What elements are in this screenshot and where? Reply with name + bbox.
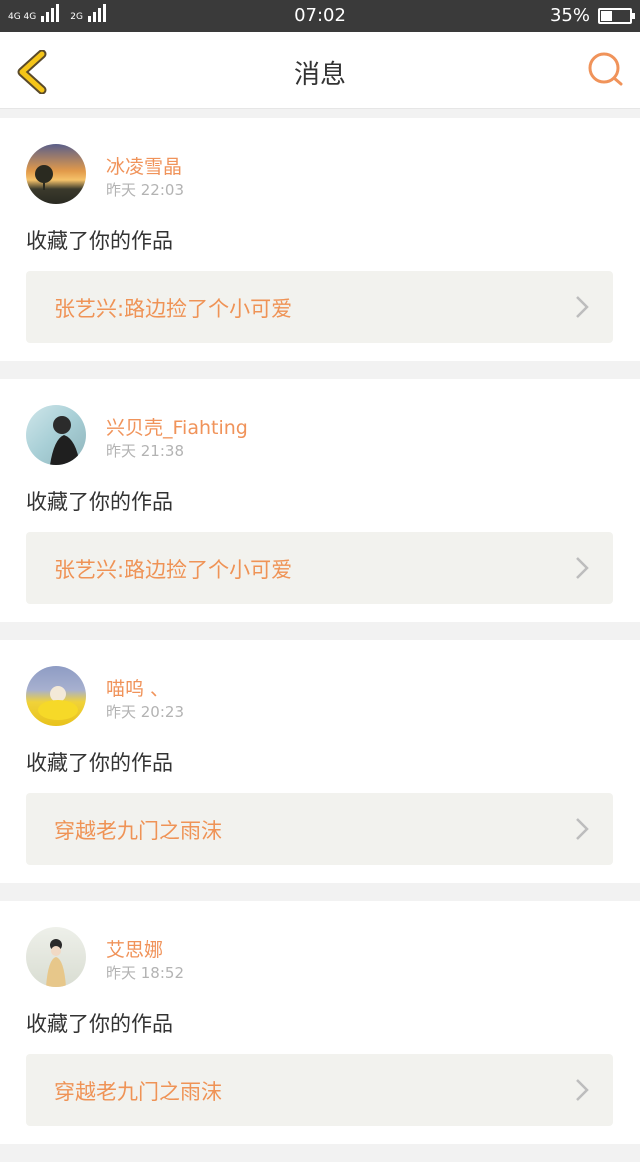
avatar[interactable] (26, 144, 86, 204)
notification-list: 冰凌雪晶 昨天 22:03 收藏了你的作品 张艺兴:路边捡了个小可爱 兴贝壳_F… (0, 118, 640, 1162)
action-text: 收藏了你的作品 (26, 1012, 173, 1036)
search-icon[interactable] (586, 50, 626, 90)
header: 消息 (0, 32, 640, 109)
status-bar: 4G 4G 2G 07:02 35% (0, 0, 640, 32)
notification-card: 冰凌雪晶 昨天 22:03 收藏了你的作品 张艺兴:路边捡了个小可爱 (0, 118, 640, 361)
username[interactable]: 冰凌雪晶 (106, 152, 182, 179)
work-title: 张艺兴:路边捡了个小可爱 (54, 558, 293, 582)
avatar[interactable] (26, 927, 86, 987)
username[interactable]: 兴贝壳_Fiahting (106, 413, 248, 440)
notification-card: 喵呜 、 昨天 20:23 收藏了你的作品 穿越老九门之雨沫 (0, 640, 640, 883)
chevron-right-icon (576, 1079, 589, 1101)
username[interactable]: 艾思娜 (106, 935, 163, 962)
action-text: 收藏了你的作品 (26, 751, 173, 775)
avatar[interactable] (26, 405, 86, 465)
work-title: 穿越老九门之雨沫 (54, 819, 222, 843)
work-title: 穿越老九门之雨沫 (54, 1080, 222, 1104)
timestamp: 昨天 18:52 (106, 964, 184, 982)
notification-card: 艾思娜 昨天 18:52 收藏了你的作品 穿越老九门之雨沫 (0, 901, 640, 1144)
page-title: 消息 (293, 60, 346, 90)
chevron-right-icon (576, 818, 589, 840)
chevron-right-icon (576, 296, 589, 318)
work-title: 张艺兴:路边捡了个小可爱 (54, 297, 293, 321)
work-link[interactable]: 张艺兴:路边捡了个小可爱 (26, 271, 613, 343)
action-text: 收藏了你的作品 (26, 229, 173, 253)
timestamp: 昨天 21:38 (106, 442, 184, 460)
username[interactable]: 喵呜 、 (106, 674, 169, 701)
battery-icon (598, 7, 635, 24)
timestamp: 昨天 22:03 (106, 181, 184, 199)
avatar[interactable] (26, 666, 86, 726)
chevron-right-icon (576, 557, 589, 579)
work-link[interactable]: 穿越老九门之雨沫 (26, 793, 613, 865)
action-text: 收藏了你的作品 (26, 490, 173, 514)
clock: 07:02 (294, 5, 346, 26)
work-link[interactable]: 张艺兴:路边捡了个小可爱 (26, 532, 613, 604)
timestamp: 昨天 20:23 (106, 703, 184, 721)
battery-percent: 35% (549, 5, 590, 26)
work-link[interactable]: 穿越老九门之雨沫 (26, 1054, 613, 1126)
notification-card: 兴贝壳_Fiahting 昨天 21:38 收藏了你的作品 张艺兴:路边捡了个小… (0, 379, 640, 622)
